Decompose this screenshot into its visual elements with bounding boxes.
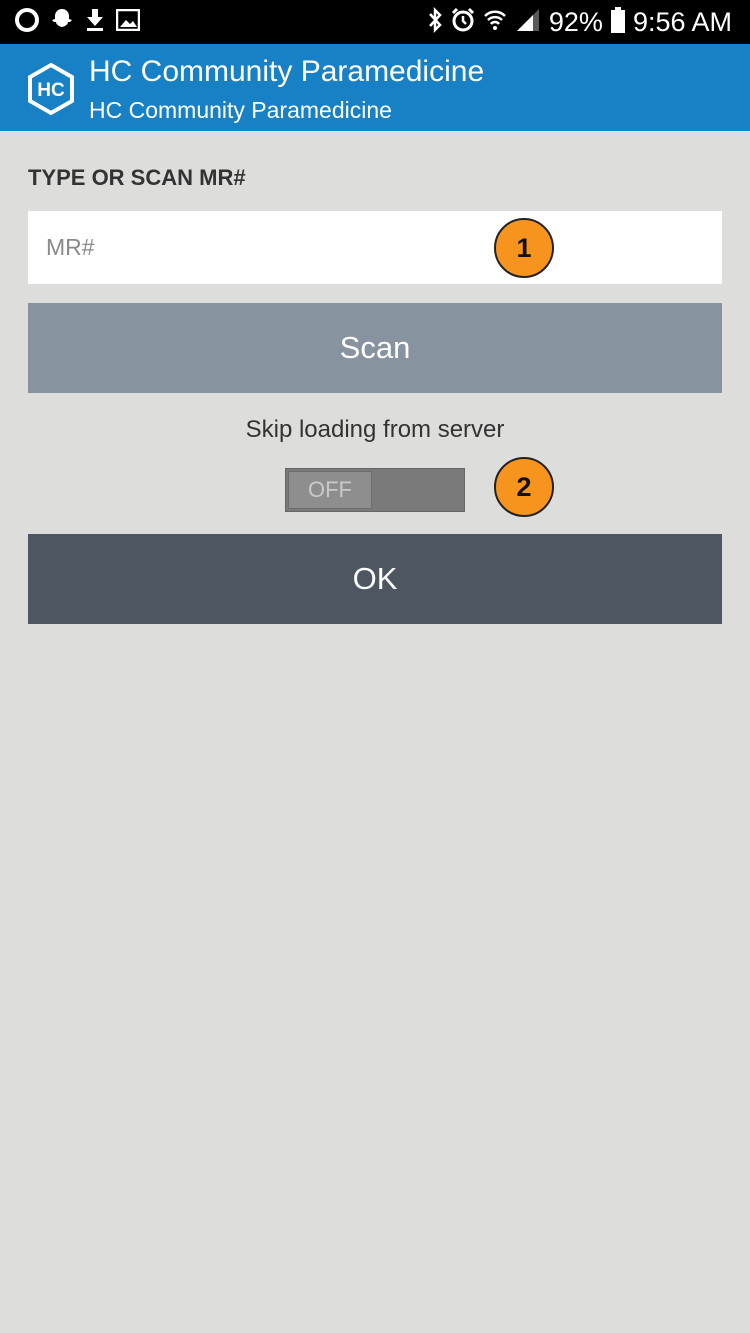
app-subtitle: HC Community Paramedicine xyxy=(89,97,392,123)
snapchat-icon xyxy=(50,7,74,38)
clock-time: 9:56 AM xyxy=(632,7,732,37)
wifi-icon xyxy=(483,7,507,38)
circle-notification-icon xyxy=(14,7,40,38)
battery-icon xyxy=(610,6,625,38)
bluetooth-icon xyxy=(427,6,443,38)
ok-button[interactable]: OK xyxy=(28,534,722,624)
scan-button[interactable]: Scan xyxy=(28,303,722,393)
battery-percent: 92% xyxy=(548,7,603,37)
toggle-state-label: OFF xyxy=(288,471,372,509)
skip-loading-label: Skip loading from server xyxy=(245,416,505,443)
download-icon xyxy=(84,7,106,38)
notification-icons xyxy=(14,7,141,38)
logo-text: HC xyxy=(37,80,65,101)
callout-marker-2: 2 xyxy=(494,457,554,517)
system-status-icons: 92% 9:56 AM xyxy=(427,4,732,40)
app-title: HC Community Paramedicine xyxy=(89,55,485,88)
signal-icon xyxy=(515,7,541,38)
gallery-icon xyxy=(115,8,141,36)
mr-number-input[interactable] xyxy=(28,211,722,284)
mr-section-label: TYPE OR SCAN MR# xyxy=(28,165,246,190)
status-bar: 92% 9:56 AM xyxy=(0,0,750,44)
alarm-icon xyxy=(451,7,475,38)
app-bar: HC HC Community Paramedicine HC Communit… xyxy=(0,44,750,131)
callout-marker-1: 1 xyxy=(494,218,554,278)
skip-loading-toggle[interactable]: OFF xyxy=(285,468,465,512)
hc-logo: HC xyxy=(26,62,76,116)
